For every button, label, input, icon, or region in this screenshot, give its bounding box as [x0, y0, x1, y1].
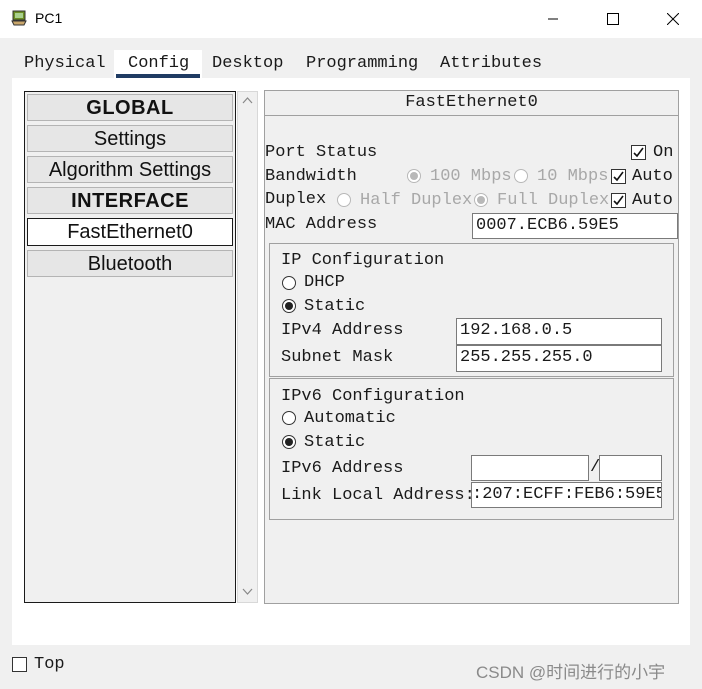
ipv6-prefix-field[interactable] [599, 455, 662, 481]
sidebar-item-global[interactable]: GLOBAL [27, 94, 233, 121]
sidebar-item-interface[interactable]: INTERFACE [27, 187, 233, 214]
scroll-down-icon[interactable] [242, 588, 253, 596]
tab-attributes[interactable]: Attributes [440, 54, 542, 73]
tab-physical[interactable]: Physical [24, 54, 106, 73]
minimize-button[interactable] [530, 0, 576, 38]
checkmark-icon [613, 195, 624, 206]
ipv4-address-label: IPv4 Address [281, 321, 404, 340]
subnet-mask-label: Subnet Mask [281, 348, 394, 367]
bandwidth-100-radio[interactable] [407, 169, 421, 183]
ipv6-static-radio[interactable] [282, 435, 296, 449]
ipv4-address-field[interactable]: 192.168.0.5 [456, 318, 662, 345]
ipv6-address-label: IPv6 Address [281, 459, 404, 478]
ip-static-label: Static [304, 297, 366, 316]
full-duplex-label: Full Duplex [497, 191, 610, 210]
mac-address-field[interactable]: 0007.ECB6.59E5 [472, 213, 678, 239]
ipv6-static-label: Static [304, 433, 366, 452]
sidebar-item-settings[interactable]: Settings [27, 125, 233, 152]
tab-desktop[interactable]: Desktop [212, 54, 283, 73]
duplex-auto-checkbox[interactable] [611, 193, 626, 208]
ipv6-configuration-title: IPv6 Configuration [281, 387, 465, 406]
scroll-up-icon[interactable] [242, 96, 253, 104]
top-label: Top [34, 655, 65, 674]
app-icon [10, 9, 28, 27]
tab-programming[interactable]: Programming [306, 54, 418, 73]
link-local-address-field[interactable]: :207:ECFF:FEB6:59E5 [471, 482, 662, 508]
maximize-icon [607, 13, 619, 25]
duplex-auto-label: Auto [632, 191, 673, 210]
dhcp-label: DHCP [304, 273, 345, 292]
window-title: PC1 [35, 10, 63, 26]
sidebar-item-algorithm-settings[interactable]: Algorithm Settings [27, 156, 233, 183]
port-status-checkbox[interactable] [631, 145, 646, 160]
sidebar-item-bluetooth[interactable]: Bluetooth [27, 250, 233, 277]
port-status-label: Port Status [265, 143, 378, 162]
bandwidth-10-radio[interactable] [514, 169, 528, 183]
link-local-address-label: Link Local Address: [281, 486, 475, 505]
close-icon [667, 13, 679, 25]
bandwidth-100-label: 100 Mbps [430, 167, 512, 186]
ipv6-address-field[interactable] [471, 455, 589, 481]
watermark: CSDN @时间进行的小宇 [476, 663, 666, 682]
sidebar-list: GLOBAL Settings Algorithm Settings INTER… [24, 91, 236, 603]
half-duplex-label: Half Duplex [360, 191, 473, 210]
bandwidth-auto-label: Auto [632, 167, 673, 186]
tab-config[interactable]: Config [128, 54, 189, 73]
bandwidth-10-label: 10 Mbps [537, 167, 609, 186]
top-checkbox[interactable] [12, 657, 27, 672]
minimize-icon [548, 18, 558, 20]
checkmark-icon [633, 147, 644, 158]
subnet-mask-field[interactable]: 255.255.255.0 [456, 345, 662, 372]
ipv6-automatic-radio[interactable] [282, 411, 296, 425]
sidebar-item-fastethernet0[interactable]: FastEthernet0 [27, 218, 233, 246]
ip-static-radio[interactable] [282, 299, 296, 313]
maximize-button[interactable] [590, 0, 636, 38]
interface-title: FastEthernet0 [265, 91, 678, 116]
duplex-label: Duplex [265, 190, 327, 209]
sidebar-scrollbar[interactable] [237, 91, 258, 603]
checkmark-icon [613, 171, 624, 182]
dhcp-radio[interactable] [282, 276, 296, 290]
close-button[interactable] [650, 0, 696, 38]
mac-address-label: MAC Address [265, 215, 378, 234]
full-duplex-radio[interactable] [474, 193, 488, 207]
half-duplex-radio[interactable] [337, 193, 351, 207]
bandwidth-label: Bandwidth [265, 167, 357, 186]
ip-configuration-title: IP Configuration [281, 251, 445, 270]
bandwidth-auto-checkbox[interactable] [611, 169, 626, 184]
ipv6-automatic-label: Automatic [304, 409, 396, 428]
port-status-on-label: On [653, 143, 674, 162]
